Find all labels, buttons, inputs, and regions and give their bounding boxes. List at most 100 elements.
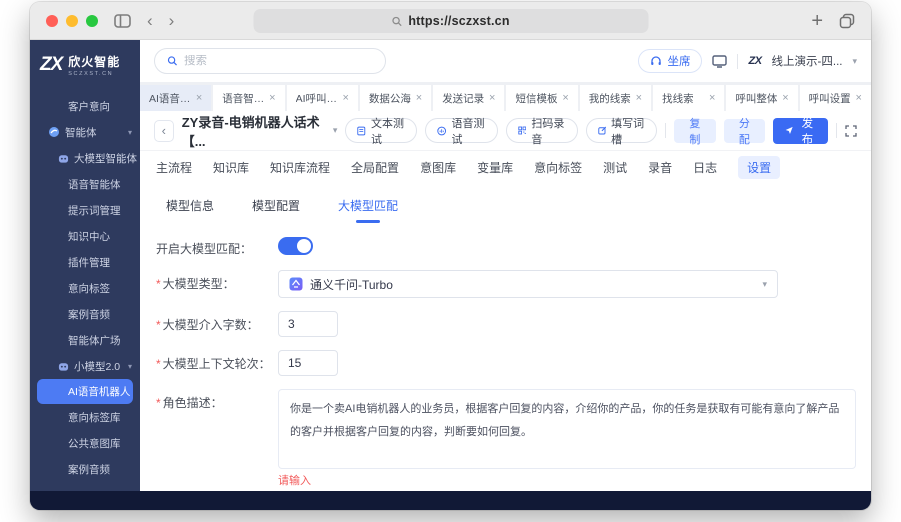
tab-logs[interactable]: 日志 bbox=[693, 159, 717, 176]
sidebar-item-case-audio-2[interactable]: 案例音频 bbox=[30, 456, 140, 482]
sidebar-item-case-audio[interactable]: 案例音频 bbox=[30, 301, 140, 327]
sidebar-item-intent-tags[interactable]: 意向标签 bbox=[30, 275, 140, 301]
sidebar-item-label: 意向标签库 bbox=[68, 411, 121, 424]
close-icon[interactable]: × bbox=[562, 92, 568, 104]
tab-knowledge[interactable]: 知识库 bbox=[213, 159, 249, 176]
close-icon[interactable]: × bbox=[856, 92, 862, 104]
work-tab[interactable]: AI呼叫2.0 × bbox=[286, 85, 358, 111]
sidebar-item-prompt-mgmt[interactable]: 提示词管理 bbox=[30, 197, 140, 223]
back-button[interactable]: ‹ bbox=[154, 119, 174, 142]
scan-record-button[interactable]: 扫码录音 bbox=[505, 118, 578, 146]
llm-match-form: 开启大模型匹配： * 大模型类型： 通义千问-Turbo ▾ * 大模型介入字数… bbox=[140, 225, 871, 510]
sidebar-item-llm-agent[interactable]: 大模型智能体 ▾ bbox=[30, 145, 140, 171]
sidebar-item-agent-plaza[interactable]: 智能体广场 bbox=[30, 327, 140, 353]
search-icon bbox=[392, 16, 402, 26]
sidebar-item-public-intent-lib[interactable]: 公共意图库 bbox=[30, 430, 140, 456]
browser-window: ‹ › https://sczxst.cn + ZX 欣火智能 SCZXST.C… bbox=[30, 2, 871, 510]
voice-test-button[interactable]: 语音测试 bbox=[425, 118, 498, 146]
window-footer-band bbox=[30, 491, 871, 510]
sidebar-item-agent[interactable]: 智能体 ▾ bbox=[30, 119, 140, 145]
sidebar-item-label: 案例音频 bbox=[68, 308, 110, 321]
sidebar: ZX 欣火智能 SCZXST.CN 客户意向 智能体 ▾ 大模型智能体 语音智能… bbox=[30, 40, 140, 510]
fill-slot-button[interactable]: 填写词槽 bbox=[585, 118, 658, 146]
sidebar-item-plugin-mgmt[interactable]: 插件管理 bbox=[30, 249, 140, 275]
work-tab[interactable]: 短信模板 × bbox=[506, 85, 578, 111]
work-tab[interactable]: 我的线索 × bbox=[579, 85, 652, 111]
tab-settings[interactable]: 设置 bbox=[738, 156, 781, 179]
back-button[interactable]: ‹ bbox=[147, 12, 153, 29]
work-tab[interactable]: AI语音机... × bbox=[140, 85, 212, 111]
forward-button[interactable]: › bbox=[169, 12, 175, 29]
work-tab[interactable]: 发送记录 × bbox=[433, 85, 505, 111]
sidebar-item-knowledge-center[interactable]: 知识中心 bbox=[30, 223, 140, 249]
work-tab[interactable]: 找线索 × bbox=[653, 85, 725, 111]
seat-button[interactable]: 坐席 bbox=[638, 49, 703, 73]
copy-button[interactable]: 复制 bbox=[674, 118, 716, 146]
monitor-icon[interactable] bbox=[712, 54, 728, 68]
tab-global-config[interactable]: 全局配置 bbox=[351, 159, 399, 176]
publish-button[interactable]: 发布 bbox=[773, 117, 829, 146]
tab-intent-tags[interactable]: 意向标签 bbox=[534, 159, 582, 176]
assign-button[interactable]: 分配 bbox=[723, 118, 766, 146]
context-input[interactable] bbox=[278, 350, 338, 376]
sidebar-item-intent-tag-lib[interactable]: 意向标签库 bbox=[30, 404, 140, 430]
model-type-label: * 大模型类型： bbox=[156, 270, 278, 298]
tab-main-flow[interactable]: 主流程 bbox=[156, 159, 192, 176]
close-icon[interactable]: × bbox=[489, 92, 495, 104]
work-tab[interactable]: 呼叫整体 × bbox=[726, 85, 798, 111]
script-toolbar: ‹ ZY录音-电销机器人话术【... ▾ 文本测试 语音测试 扫码录音 填写词槽… bbox=[140, 111, 871, 151]
close-icon[interactable]: × bbox=[196, 92, 202, 104]
work-tab[interactable]: 语音智能体 × bbox=[213, 85, 285, 111]
sidebar-toggle-icon[interactable] bbox=[114, 13, 131, 28]
qr-code-icon bbox=[518, 126, 526, 135]
text-test-button[interactable]: 文本测试 bbox=[345, 118, 418, 146]
tab-variable-lib[interactable]: 变量库 bbox=[477, 159, 513, 176]
work-tab[interactable]: 数据公海 × bbox=[359, 85, 432, 111]
settings-sub-tabs: 模型信息 模型配置 大模型匹配 bbox=[140, 184, 871, 225]
subtab-model-info[interactable]: 模型信息 bbox=[166, 197, 214, 214]
top-bar: 坐席 ZX 线上演示-四... ▾ bbox=[140, 40, 871, 82]
work-tab-label: 我的线索 bbox=[588, 92, 631, 105]
zoom-window-button[interactable] bbox=[86, 14, 98, 27]
subtab-model-config[interactable]: 模型配置 bbox=[252, 197, 300, 214]
account-name[interactable]: 线上演示-四... bbox=[772, 53, 843, 69]
tab-overview-icon[interactable] bbox=[839, 13, 855, 29]
work-tab[interactable]: 呼叫设置 × bbox=[799, 85, 871, 111]
sidebar-item-label: 公共意图库 bbox=[68, 437, 121, 450]
tab-knowledge-flow[interactable]: 知识库流程 bbox=[270, 159, 330, 176]
sidebar-item-ai-voice-robot[interactable]: AI语音机器人 bbox=[37, 379, 133, 404]
close-icon[interactable]: × bbox=[416, 92, 422, 104]
close-icon[interactable]: × bbox=[782, 92, 788, 104]
sidebar-item-customer-intent[interactable]: 客户意向 bbox=[30, 93, 140, 119]
subtab-llm-match[interactable]: 大模型匹配 bbox=[338, 197, 398, 214]
close-icon[interactable]: × bbox=[269, 92, 275, 104]
chevron-down-icon[interactable]: ▾ bbox=[852, 56, 857, 67]
url-bar[interactable]: https://sczxst.cn bbox=[253, 9, 648, 33]
logo-mark: ZX bbox=[40, 54, 63, 75]
close-icon[interactable]: × bbox=[342, 92, 348, 104]
tab-intent-lib[interactable]: 意图库 bbox=[420, 159, 456, 176]
sidebar-item-label: AI语音机器人 bbox=[68, 386, 131, 398]
minimize-window-button[interactable] bbox=[66, 14, 78, 27]
sidebar-item-voice-agent[interactable]: 语音智能体 bbox=[30, 171, 140, 197]
work-tab-label: 发送记录 bbox=[442, 92, 485, 105]
sidebar-item-small-model[interactable]: 小模型2.0 ▾ bbox=[30, 353, 140, 379]
chevron-down-icon[interactable]: ▾ bbox=[333, 125, 338, 136]
script-title[interactable]: ZY录音-电销机器人话术【... bbox=[182, 112, 325, 150]
role-description-textarea[interactable]: 你是一个卖AI电销机器人的业务员，根据客户回复的内容，介绍你的产品，你的任务是获… bbox=[278, 389, 856, 469]
fullscreen-icon[interactable] bbox=[845, 124, 857, 137]
llm-match-toggle[interactable] bbox=[278, 237, 313, 255]
close-window-button[interactable] bbox=[46, 14, 58, 27]
search-input[interactable] bbox=[184, 55, 373, 67]
work-tab-label: 数据公海 bbox=[368, 92, 411, 105]
chars-input[interactable] bbox=[278, 311, 338, 337]
tab-test[interactable]: 测试 bbox=[603, 159, 627, 176]
tab-recording[interactable]: 录音 bbox=[648, 159, 672, 176]
new-tab-button[interactable]: + bbox=[811, 11, 823, 31]
seat-label: 坐席 bbox=[667, 56, 691, 68]
close-icon[interactable]: × bbox=[709, 92, 715, 104]
close-icon[interactable]: × bbox=[636, 92, 642, 104]
global-search[interactable] bbox=[154, 48, 386, 74]
sidebar-item-label: 小模型2.0 bbox=[74, 360, 121, 373]
model-type-select[interactable]: 通义千问-Turbo ▾ bbox=[278, 270, 778, 298]
